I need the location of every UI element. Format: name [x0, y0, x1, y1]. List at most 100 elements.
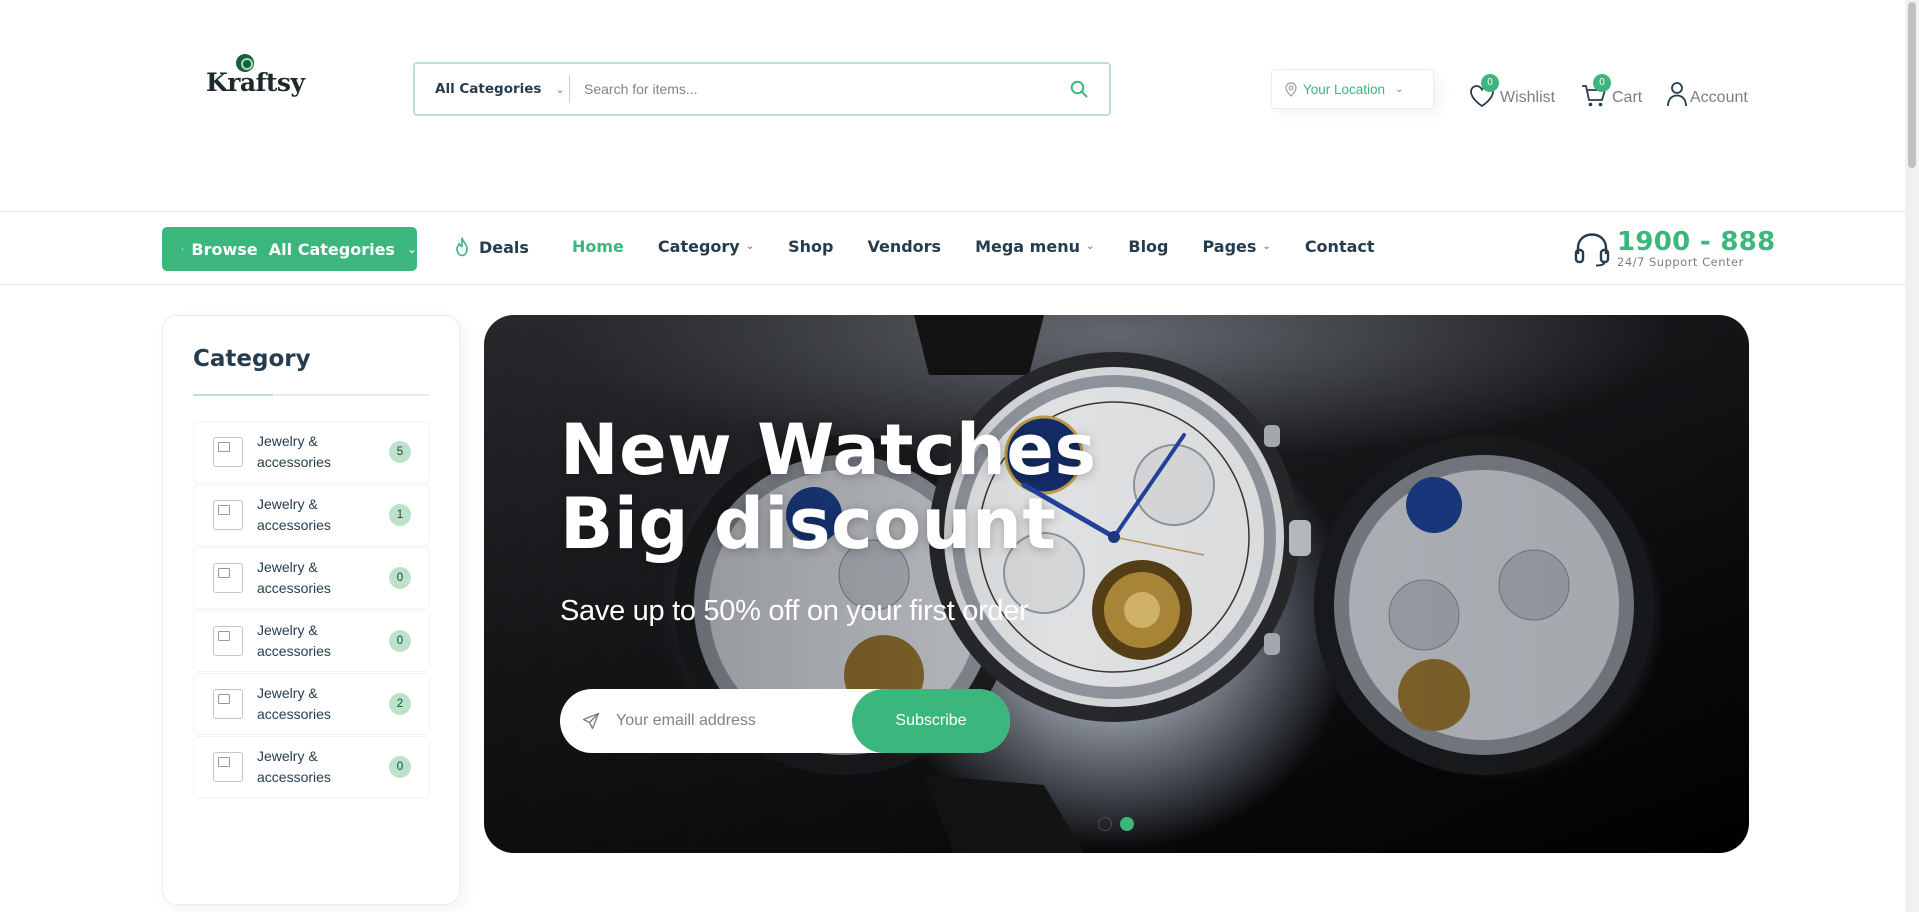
hero-title: New Watches Big discount: [560, 413, 1096, 561]
category-item[interactable]: Jewelry & accessories 0: [193, 736, 430, 798]
deals-label: Deals: [479, 237, 529, 257]
category-item-name: Jewelry & accessories: [257, 559, 331, 596]
logo-text: Kraftsy: [206, 68, 305, 97]
chevron-down-icon: ⌄: [1085, 241, 1095, 252]
category-item[interactable]: Jewelry & accessories 0: [193, 547, 430, 609]
nav-link-home[interactable]: Home: [572, 237, 624, 256]
cart-icon-wrap: 0: [1580, 74, 1611, 108]
slider-dot[interactable]: [1120, 817, 1134, 831]
category-item-name: Jewelry & accessories: [257, 496, 331, 533]
category-title: Category: [193, 346, 311, 372]
search-category-select[interactable]: All Categories ⌄: [415, 75, 570, 103]
nav-link-label: Pages: [1202, 237, 1257, 256]
nav-link-label: Home: [572, 237, 624, 256]
hero-title-line-1: New Watches: [560, 409, 1097, 491]
category-thumbnail-broken-image-icon: [213, 689, 243, 719]
newsletter-form: Subscribe: [560, 689, 1010, 753]
browse-label: Browse All Categories: [191, 239, 395, 259]
newsletter-email-input[interactable]: [616, 712, 846, 730]
nav-links: Home Category ⌄ Shop Vendors Mega menu ⌄ Blog Pa…: [572, 237, 1409, 256]
nav-link-blog[interactable]: Blog: [1128, 237, 1168, 256]
category-item-count: 0: [389, 630, 411, 652]
chevron-down-icon: ⌄: [555, 82, 565, 96]
search-button[interactable]: [1049, 64, 1109, 114]
nav-link-category[interactable]: Category ⌄: [658, 237, 754, 256]
grid-icon: [182, 248, 184, 250]
search-input[interactable]: [570, 64, 1049, 114]
category-title-divider: [193, 394, 429, 396]
hero-title-line-2: Big discount: [560, 483, 1057, 565]
category-item-count: 2: [389, 693, 411, 715]
category-item-count: 0: [389, 567, 411, 589]
category-thumbnail-broken-image-icon: [213, 437, 243, 467]
support-text: 1900 - 888 24/7 Support Center: [1617, 229, 1776, 269]
category-thumbnail-broken-image-icon: [213, 752, 243, 782]
wishlist-icon-wrap: 0: [1468, 74, 1499, 108]
page-scrollbar[interactable]: [1905, 0, 1919, 912]
nav-link-contact[interactable]: Contact: [1305, 237, 1375, 256]
nav-link-pages[interactable]: Pages ⌄: [1203, 237, 1271, 256]
category-thumbnail-broken-image-icon: [213, 563, 243, 593]
location-select[interactable]: Your Location ⌄: [1271, 69, 1434, 109]
search-icon: [1070, 80, 1088, 98]
nav-link-mega-menu[interactable]: Mega menu ⌄: [975, 237, 1094, 256]
top-header: Kraftsy All Categories ⌄ Your Location ⌄: [0, 0, 1905, 212]
category-item-count: 1: [389, 504, 411, 526]
support-center: 1900 - 888 24/7 Support Center: [1573, 229, 1776, 269]
nav-link-label: Category: [657, 237, 740, 256]
nav-link-vendors[interactable]: Vendors: [867, 237, 941, 256]
hero-slider: New Watches Big discount Save up to 50% …: [484, 315, 1749, 853]
category-thumbnail-broken-image-icon: [213, 500, 243, 530]
nav-link-shop[interactable]: Shop: [788, 237, 833, 256]
location-pin-icon: [1285, 81, 1297, 97]
category-item-name: Jewelry & accessories: [257, 748, 331, 785]
support-label: 24/7 Support Center: [1617, 255, 1744, 269]
search-bar: All Categories ⌄: [413, 62, 1111, 116]
location-label: Your Location: [1303, 81, 1386, 97]
category-item[interactable]: Jewelry & accessories 2: [193, 673, 430, 735]
category-item-count: 0: [389, 756, 411, 778]
chevron-down-icon: ⌄: [406, 242, 417, 256]
deals-link[interactable]: Deals: [453, 237, 529, 257]
nav-link-label: Contact: [1304, 237, 1375, 256]
wishlist-count-badge: 0: [1481, 74, 1499, 92]
nav-link-label: Vendors: [867, 237, 942, 256]
nav-link-label: Mega menu: [975, 237, 1080, 256]
account-label: Account: [1690, 89, 1748, 106]
category-item-name: Jewelry & accessories: [257, 622, 331, 659]
subscribe-button[interactable]: Subscribe: [852, 689, 1010, 753]
category-thumbnail-broken-image-icon: [213, 626, 243, 656]
category-item[interactable]: Jewelry & accessories 1: [193, 484, 430, 546]
flame-icon: [456, 237, 468, 257]
browse-categories-button[interactable]: Browse All Categories ⌄: [162, 227, 417, 271]
page: Kraftsy All Categories ⌄ Your Location ⌄: [0, 0, 1919, 912]
hero-watch-image: [484, 315, 1749, 853]
logo[interactable]: Kraftsy: [206, 54, 305, 100]
cart-label: Cart: [1612, 89, 1643, 106]
cart-link[interactable]: 0 Cart: [1580, 74, 1642, 108]
account-link[interactable]: Account: [1666, 74, 1748, 108]
search-category-label: All Categories: [435, 81, 542, 97]
nav-link-label: Shop: [788, 237, 834, 256]
category-item[interactable]: Jewelry & accessories 0: [193, 610, 430, 672]
support-phone[interactable]: 1900 - 888: [1617, 229, 1776, 255]
scrollbar-thumb[interactable]: [1908, 2, 1916, 168]
wishlist-label: Wishlist: [1500, 89, 1556, 106]
wishlist-link[interactable]: 0 Wishlist: [1468, 74, 1555, 108]
cart-count-badge: 0: [1593, 74, 1611, 92]
hero-subtitle: Save up to 50% off on your first order: [560, 595, 1029, 627]
headset-icon: [1574, 233, 1610, 267]
category-sidebar: Category Jewelry & accessories 5 Jewelry &…: [162, 315, 460, 905]
nav-link-label: Blog: [1128, 237, 1169, 256]
chevron-down-icon: ⌄: [1262, 241, 1271, 252]
chevron-down-icon: ⌄: [745, 241, 755, 252]
user-icon: [1667, 82, 1687, 107]
category-item-name: Jewelry & accessories: [257, 685, 331, 722]
category-item-count: 5: [389, 441, 411, 463]
category-item[interactable]: Jewelry & accessories 5: [193, 421, 430, 483]
slider-dots: [1098, 817, 1142, 831]
paper-plane-icon: [582, 712, 600, 730]
category-item-name: Jewelry & accessories: [257, 433, 331, 470]
slider-dot[interactable]: [1098, 817, 1112, 831]
chevron-down-icon: ⌄: [1395, 83, 1404, 95]
